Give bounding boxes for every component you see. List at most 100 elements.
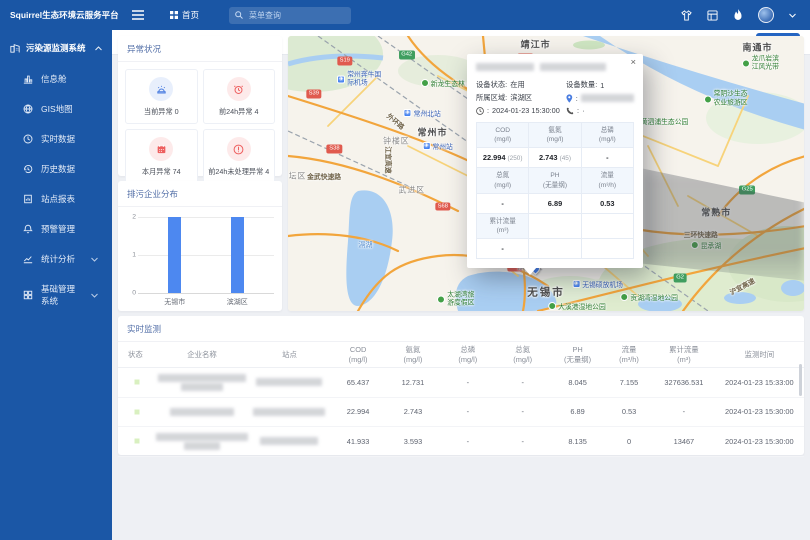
- abnormal-stat-card[interactable]: 本月异常 74: [125, 129, 198, 184]
- cell-value: 2024-01-23 15:30:00: [715, 437, 804, 446]
- map-label-text: 黄泗浦生态公园: [641, 116, 689, 126]
- sidebar-item-label: 预警管理: [41, 223, 75, 235]
- sidebar-item-alert[interactable]: 预警管理: [0, 214, 112, 244]
- bar-chart: 210无锡市滨湖区: [138, 217, 274, 293]
- table-row[interactable]: 41.9333.593--8.1350134672024-01-23 15:30…: [118, 427, 804, 457]
- cell-value: -: [440, 378, 495, 387]
- y-axis-tick: 1: [126, 252, 136, 259]
- column-header-0: 状态: [118, 350, 156, 360]
- cell-value: 65.437: [331, 378, 386, 387]
- map-label-text: 滆湖: [358, 240, 372, 250]
- cell-value: 7.155: [605, 378, 653, 387]
- cell-value: -: [495, 378, 550, 387]
- search-icon: [235, 11, 243, 19]
- x-axis-label: 无锡市: [164, 297, 185, 307]
- history-icon: [23, 164, 33, 174]
- metric-value: 2.743 (45): [529, 148, 581, 168]
- cell-value: 22.994: [331, 407, 386, 416]
- menu-search[interactable]: [229, 7, 351, 24]
- cell-value: 2024-01-23 15:33:00: [715, 378, 804, 387]
- device-status-label: 设备状态:: [476, 80, 507, 90]
- sidebar-title-label: 污染源监测系统: [26, 42, 86, 54]
- map-label-text: 昆承湖: [701, 240, 721, 250]
- skin-theme-icon[interactable]: [681, 10, 692, 21]
- column-header-3: COD(mg/l): [331, 345, 386, 365]
- cell-value: 2.743: [386, 407, 441, 416]
- sidebar-item-clock[interactable]: 实时数据: [0, 124, 112, 154]
- search-input[interactable]: [247, 10, 337, 21]
- metric-value: 6.89: [529, 194, 581, 214]
- sidebar-system-title[interactable]: 污染源监测系统: [0, 30, 112, 64]
- metric-value: -: [477, 239, 529, 259]
- warn-icon: [227, 137, 251, 161]
- enterprise-distribution-card: 排污企业分布 210无锡市滨湖区: [118, 181, 282, 311]
- abnormal-stat-card[interactable]: 当前异常 0: [125, 69, 198, 124]
- map-label: 昆承湖: [691, 240, 721, 250]
- park-poi-icon: [691, 241, 699, 249]
- road-number-badge: S38: [327, 144, 342, 153]
- monitor-table-header: 状态企业名称站点COD(mg/l)氨氮(mg/l)总磷(mg/l)总氮(mg/l…: [118, 342, 804, 368]
- company-name-redacted: [156, 431, 249, 452]
- map-label-text: 龙爪岩滨江风光带: [752, 55, 784, 72]
- map-label-text: 江宜高速: [384, 146, 394, 173]
- station-name-redacted: [248, 406, 330, 417]
- table-row[interactable]: 65.43712.731--8.0457.155327636.5312024-0…: [118, 368, 804, 398]
- location-pin-icon: [566, 94, 573, 103]
- sidebar-item-report[interactable]: 站点报表: [0, 184, 112, 214]
- sidebar-item-label: 基础管理系统: [41, 283, 83, 307]
- flame-icon[interactable]: [733, 9, 743, 21]
- sidebar-item-chart[interactable]: 信息舱: [0, 64, 112, 94]
- sidebar-item-history[interactable]: 历史数据: [0, 154, 112, 184]
- sidebar-item-globe[interactable]: GIS地图: [0, 94, 112, 124]
- y-axis-tick: 2: [126, 214, 136, 221]
- map-label-text: 常州北站: [414, 108, 441, 118]
- app-logo: Squirrel生态环境云服务平台: [0, 9, 112, 21]
- chevron-down-icon[interactable]: [789, 13, 796, 18]
- column-header-1: 企业名称: [156, 350, 249, 360]
- map-label: 常阴沙生态农业旅游区: [704, 91, 750, 108]
- metric-value: -: [582, 148, 634, 168]
- module-icon: [23, 290, 33, 300]
- stats-icon: [23, 254, 33, 264]
- metric-value: -: [477, 194, 529, 214]
- report-icon: [23, 194, 33, 204]
- map-label: ✈无锡硕放机场: [572, 279, 623, 289]
- map-label-text: 大溪港湿地公园: [558, 301, 606, 311]
- close-icon[interactable]: ×: [630, 58, 636, 68]
- device-name-redacted: [476, 62, 634, 72]
- map-label-text: 三环快速路: [684, 229, 718, 239]
- breadcrumb-home[interactable]: 首页: [170, 9, 199, 21]
- layout-icon[interactable]: [707, 10, 718, 21]
- alert-icon: [23, 224, 33, 234]
- table-row[interactable]: 22.9942.743--6.890.53-2024-01-23 15:30:0…: [118, 398, 804, 428]
- map-label-text: 金武快速路: [307, 171, 341, 181]
- scrollbar-thumb[interactable]: [799, 364, 802, 396]
- x-axis-label: 滨湖区: [227, 297, 248, 307]
- map-label: 金武快速路: [307, 171, 341, 181]
- map-label: 大溪港湿地公园: [548, 301, 606, 311]
- map-label-text: 常州站: [432, 141, 452, 151]
- redacted-text: [540, 63, 606, 71]
- map-label-text: 常熟市: [701, 206, 731, 219]
- chevron-down-icon: [91, 293, 98, 298]
- abnormal-stat-card[interactable]: 前24h未处理异常 4: [203, 129, 276, 184]
- map-label: 金坛区: [288, 171, 306, 182]
- column-header-8: 流量(m³/h): [605, 345, 653, 365]
- siren-icon: [149, 77, 173, 101]
- map-label-text: 无锡硕放机场: [582, 279, 623, 289]
- column-header-10: 监测时间: [715, 350, 804, 360]
- device-time-value: 2024-01-23 15:30:00: [492, 106, 560, 115]
- map-label-text: 常阴沙生态农业旅游区: [714, 91, 750, 108]
- sidebar-item-module[interactable]: 基础管理系统: [0, 274, 112, 316]
- sidebar-item-stats[interactable]: 统计分析: [0, 244, 112, 274]
- map-panel[interactable]: 靖江市南通市常州市无锡市常熟市钟楼区武进区滨湖区金坛区外环路江宜高速金武快速路三…: [288, 36, 804, 311]
- abnormal-stat-card[interactable]: 前24h异常 4: [203, 69, 276, 124]
- y-axis-tick: 0: [126, 290, 136, 297]
- hamburger-menu-icon[interactable]: [132, 10, 144, 20]
- sidebar: 污染源监测系统 信息舱GIS地图实时数据历史数据站点报表预警管理统计分析基础管理…: [0, 30, 112, 540]
- abnormal-card-title: 异常状况: [118, 36, 282, 62]
- user-avatar[interactable]: [758, 7, 774, 23]
- road-number-badge: G2: [674, 274, 687, 283]
- map-label-text: 贡湖湾湿地公园: [630, 292, 678, 302]
- sidebar-menu: 信息舱GIS地图实时数据历史数据站点报表预警管理统计分析基础管理系统: [0, 64, 112, 316]
